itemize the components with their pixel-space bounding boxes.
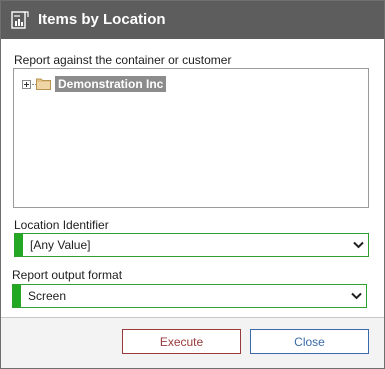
dialog-title: Items by Location <box>38 11 166 28</box>
report-icon <box>11 11 29 29</box>
items-by-location-dialog: Items by Location Report against the con… <box>0 0 385 369</box>
plus-expander-icon[interactable] <box>22 80 31 89</box>
output-format-select[interactable]: Screen <box>12 284 367 308</box>
location-identifier-select[interactable]: [Any Value] <box>14 233 369 257</box>
chevron-down-icon <box>353 241 364 249</box>
location-identifier-value: [Any Value] <box>30 238 91 252</box>
title-bar: Items by Location <box>1 1 384 39</box>
output-format-value: Screen <box>28 289 67 303</box>
execute-button[interactable]: Execute <box>122 329 241 354</box>
required-marker <box>15 234 23 256</box>
close-button[interactable]: Close <box>250 329 369 354</box>
folder-icon <box>36 78 51 90</box>
tree-node-label[interactable]: Demonstration Inc <box>55 76 167 92</box>
output-format-label: Report output format <box>12 268 123 282</box>
container-section-label: Report against the container or customer <box>14 53 232 67</box>
chevron-down-icon <box>351 292 362 300</box>
required-marker <box>13 285 21 307</box>
container-tree[interactable]: Demonstration Inc <box>13 68 369 208</box>
location-identifier-label: Location Identifier <box>14 218 109 232</box>
